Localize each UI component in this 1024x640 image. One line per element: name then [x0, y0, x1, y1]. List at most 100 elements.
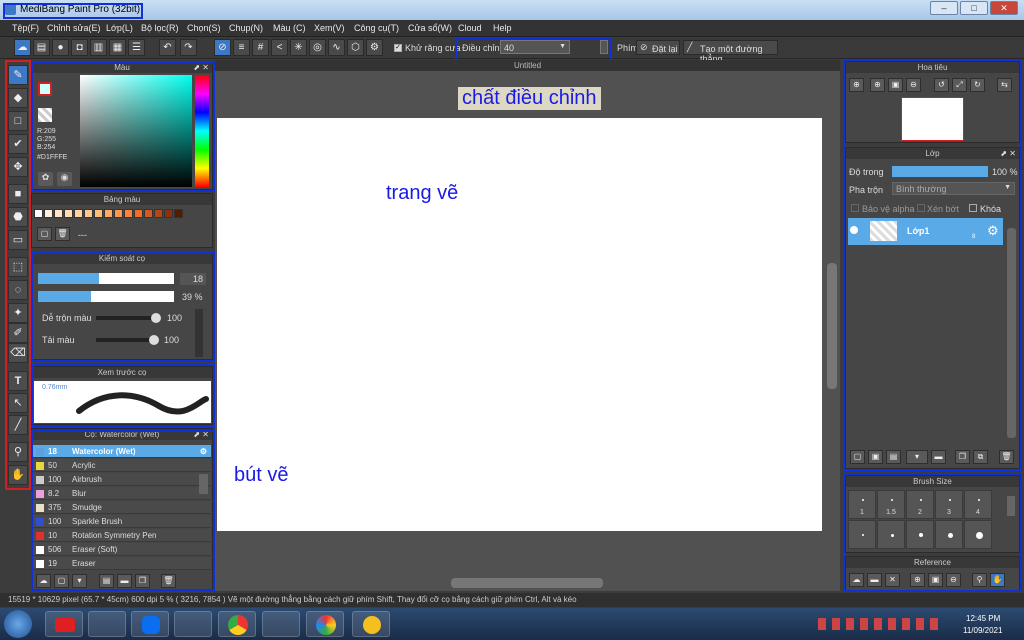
palette-swatch[interactable] [34, 209, 43, 218]
blend-slider[interactable] [96, 313, 161, 323]
ref-eyedropper-icon[interactable]: ⚲ [972, 573, 987, 587]
layer-settings-icon[interactable]: ⚙ [987, 223, 999, 239]
zoom-out-icon[interactable]: ⊖ [906, 78, 921, 92]
merge-layer-icon[interactable]: ⧉ [973, 450, 988, 464]
fit-icon[interactable]: ▣ [888, 78, 903, 92]
brush-size-cell[interactable]: 3 [935, 490, 963, 519]
correction-stepper[interactable] [600, 40, 608, 54]
snap-off-icon[interactable]: ⊘ [214, 39, 231, 56]
brush-list-item[interactable]: 50 Acrylic [33, 459, 211, 472]
layer-scrollbar[interactable] [1007, 228, 1016, 438]
navigator-thumbnail[interactable] [901, 97, 964, 141]
new-1bit-layer-icon[interactable]: ▤ [886, 450, 901, 464]
palette-swatch[interactable] [114, 209, 123, 218]
page-icon[interactable]: ▥ [90, 39, 107, 56]
palette-swatch[interactable] [84, 209, 93, 218]
panel-close-icon[interactable]: ⬈ ✕ [193, 62, 209, 73]
palette-swatch[interactable] [154, 209, 163, 218]
select-eraser-tool-icon[interactable]: ⌫ [8, 343, 28, 363]
flip-icon[interactable]: ⇆ [997, 78, 1012, 92]
minimize-button[interactable]: – [930, 1, 958, 15]
snap-curve-icon[interactable]: ∿ [328, 39, 345, 56]
menu-window[interactable]: Cửa sổ(W) [408, 23, 452, 33]
eraser-tool-icon[interactable]: ◆ [8, 88, 28, 108]
zoom-in-icon[interactable]: ⊕ [849, 78, 864, 92]
brush-folder-icon[interactable]: ▬ [117, 574, 132, 588]
reload-slider[interactable] [96, 335, 159, 345]
clipping-checkbox[interactable] [917, 204, 925, 212]
brush-list-item[interactable]: 100 Sparkle Brush [33, 515, 211, 528]
fill-rect-tool-icon[interactable]: ■ [8, 184, 28, 204]
brush-control-scrollbar[interactable] [195, 309, 203, 357]
rotate-left-icon[interactable]: ↺ [934, 78, 949, 92]
menu-view[interactable]: Xem(V) [314, 23, 345, 33]
brush-list-item[interactable]: 19 Eraser [33, 557, 211, 570]
palette-swatch[interactable] [164, 209, 173, 218]
cloud-icon[interactable]: ☁ [14, 39, 31, 56]
close-button[interactable]: ✕ [990, 1, 1018, 15]
menu-cloud[interactable]: Cloud [458, 23, 482, 33]
layer-blend-dropdown[interactable]: Bình thường ▼ [892, 182, 1015, 195]
eyedropper-tool-icon[interactable]: ⚲ [8, 442, 28, 462]
grid-icon[interactable]: ▦ [109, 39, 126, 56]
cloud-brush-icon[interactable]: ☁ [36, 574, 51, 588]
ref-zoom-in-icon[interactable]: ⊕ [910, 573, 925, 587]
checkmark-tool-icon[interactable]: ✔ [8, 134, 28, 154]
palette-swatch[interactable] [94, 209, 103, 218]
color-settings-icon[interactable]: ◉ [57, 172, 72, 186]
duplicate-layer-icon[interactable]: ❐ [955, 450, 970, 464]
snap-circle-icon[interactable]: ◎ [309, 39, 326, 56]
snap-perspective-icon[interactable]: < [271, 39, 288, 56]
palette-swatch[interactable] [124, 209, 133, 218]
zoom-in-alt-icon[interactable]: ⊕ [870, 78, 885, 92]
brush-list-item[interactable]: 8.2 Blur [33, 487, 211, 500]
ref-close-icon[interactable]: ✕ [885, 573, 900, 587]
reset-button[interactable]: ⊘ Đặt lại [636, 40, 680, 55]
ref-zoom-out-icon[interactable]: ⊖ [946, 573, 961, 587]
new-palette-icon[interactable]: ▢ [37, 227, 52, 241]
delete-layer-icon[interactable]: 🗑 [999, 450, 1014, 464]
layer-row[interactable]: Lớp1 8 ⚙ [848, 218, 1003, 245]
delete-palette-icon[interactable]: 🗑 [55, 227, 70, 241]
text-tool-icon[interactable]: T [8, 371, 28, 391]
rotate-right-icon[interactable]: ↻ [970, 78, 985, 92]
ref-hand-icon[interactable]: ✋ [990, 573, 1005, 587]
straight-line-button[interactable]: ╱ Tạo một đường thẳng [683, 40, 778, 64]
brush-settings-icon[interactable]: ⚙ [200, 445, 207, 458]
ref-fit-icon[interactable]: ▣ [928, 573, 943, 587]
brush-size-cell[interactable]: 1 [848, 490, 876, 519]
brush-list-item[interactable]: 10 Rotation Symmetry Pen [33, 529, 211, 542]
reload-slider-knob[interactable] [149, 335, 159, 345]
hand-tool-icon[interactable]: ✋ [8, 465, 28, 485]
protect-alpha-checkbox[interactable] [851, 204, 859, 212]
menu-filter[interactable]: Bộ lọc(R) [141, 23, 179, 33]
color-picker-area[interactable] [80, 75, 192, 187]
select-rect-tool-icon[interactable]: ⬚ [8, 257, 28, 277]
transparent-swatch[interactable] [38, 108, 52, 122]
menu-help[interactable]: Help [493, 23, 512, 33]
palette-icon[interactable]: ✿ [38, 172, 53, 186]
menu-color[interactable]: Màu (C) [273, 23, 306, 33]
youtube-icon[interactable] [45, 611, 83, 637]
undo-icon[interactable]: ↶ [159, 39, 176, 56]
zalo-icon[interactable] [131, 611, 169, 637]
brush-page-icon[interactable]: ▤ [99, 574, 114, 588]
drawing-canvas[interactable] [217, 118, 822, 531]
antialias-checkbox[interactable]: ✓ [394, 44, 402, 52]
lock-checkbox[interactable] [969, 204, 977, 212]
lasso-tool-icon[interactable]: ◌ [8, 280, 28, 300]
brush-list-scrollbar[interactable] [199, 474, 208, 494]
layer-close-icon[interactable]: ⬈ ✕ [1000, 148, 1016, 159]
menu-layer[interactable]: Lớp(L) [106, 23, 133, 33]
operation-tool-icon[interactable]: ↖ [8, 393, 28, 413]
list-icon[interactable]: ☰ [128, 39, 145, 56]
brush-list-item[interactable]: 18 Watercolor (Wet) ⚙ [33, 445, 211, 458]
brush-size-slider[interactable] [38, 273, 174, 284]
palette-swatch[interactable] [134, 209, 143, 218]
select-pen-tool-icon[interactable]: ✐ [8, 323, 28, 343]
maximize-button[interactable]: □ [960, 1, 988, 15]
new-brush-icon[interactable]: ▢ [54, 574, 69, 588]
canvas-tab[interactable]: Untitled [215, 60, 840, 71]
layer-visibility-icon[interactable] [850, 226, 858, 234]
layer-folder-icon[interactable]: ▬ [931, 450, 946, 464]
